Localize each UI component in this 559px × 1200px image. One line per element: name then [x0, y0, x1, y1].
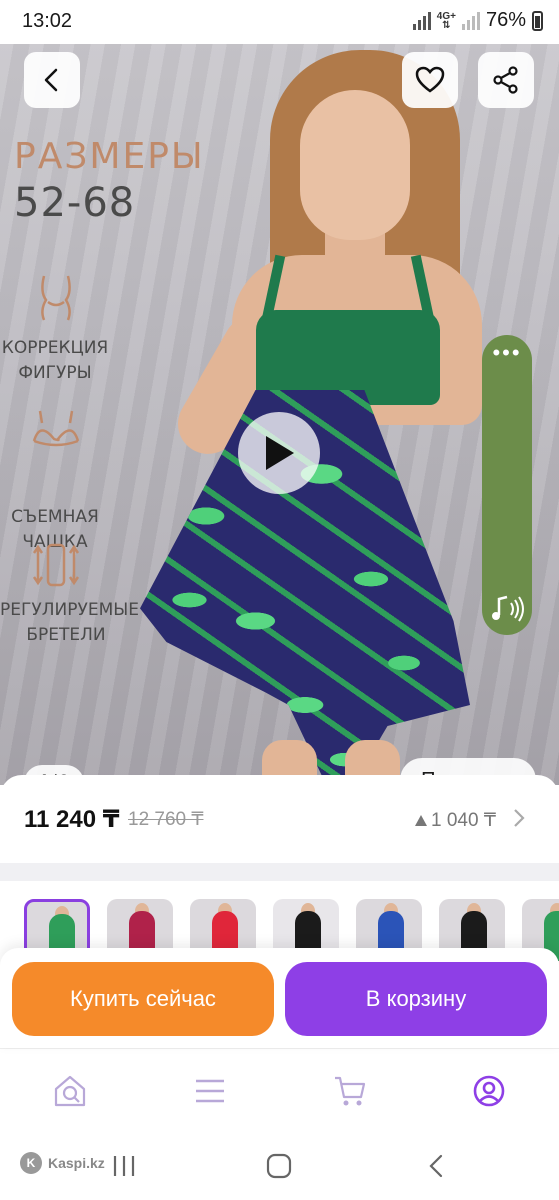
cart-icon [335, 1076, 366, 1106]
model-face [300, 90, 410, 240]
promo-title: РАЗМЕРЫ [14, 136, 205, 177]
section-divider [0, 863, 559, 881]
recents-icon [113, 1156, 135, 1176]
home-search-icon [54, 1075, 86, 1107]
home-icon [266, 1153, 292, 1179]
share-icon [493, 66, 518, 94]
nav-profile[interactable] [469, 1071, 509, 1111]
feature-label-1: КОРРЕКЦИЯ ФИГУРЫ [1, 338, 109, 383]
price-drop-value: 1 040 ₸ [431, 810, 496, 831]
promo-sizes: 52-68 [14, 180, 136, 226]
price-old: 12 760 ₸ [128, 809, 204, 830]
system-back-button[interactable] [420, 1150, 452, 1182]
battery-icon [532, 10, 543, 31]
add-to-cart-button[interactable]: В корзину [285, 962, 547, 1036]
battery-percent: 76% [485, 9, 526, 31]
nav-cart[interactable] [330, 1071, 370, 1111]
share-button[interactable] [478, 52, 534, 108]
price-card[interactable]: 11 240 ₸ 12 760 ₸ 1 040 ₸ [0, 775, 559, 863]
back-nav-icon [429, 1154, 443, 1178]
nav-home-search[interactable] [50, 1071, 90, 1111]
price-current: 11 240 ₸ [24, 806, 120, 833]
product-screen: 13:02 4G+ ⇅ 76% РАЗМЕРЫ 52-68 КОРРЕКЦИЯ … [0, 0, 559, 1200]
play-video-button[interactable] [238, 412, 320, 494]
kaspi-watermark-text: Kaspi.kz [48, 1155, 105, 1171]
buy-now-button[interactable]: Купить сейчас [12, 962, 274, 1036]
price-drop-icon [415, 815, 427, 826]
recents-button[interactable] [108, 1150, 140, 1182]
action-bar: Купить сейчас В корзину [0, 948, 559, 1048]
status-time: 13:02 [22, 10, 73, 32]
menu-icon [196, 1079, 224, 1103]
heart-icon [415, 66, 445, 93]
play-icon [266, 436, 294, 470]
strap-adjust-icon [32, 543, 80, 587]
profile-icon [473, 1075, 505, 1107]
home-button[interactable] [263, 1150, 295, 1182]
more-dots-icon[interactable]: ••• [482, 342, 532, 364]
status-bar: 13:02 4G+ ⇅ 76% [0, 0, 559, 44]
body-shape-icon [41, 275, 71, 321]
back-icon [44, 68, 58, 92]
favorite-button[interactable] [402, 52, 458, 108]
chevron-right-icon [514, 809, 525, 827]
nav-catalog[interactable] [190, 1071, 230, 1111]
video-side-panel[interactable]: ••• [482, 335, 532, 635]
product-image-gallery[interactable]: РАЗМЕРЫ 52-68 КОРРЕКЦИЯ ФИГУРЫ СЪЕМНАЯ Ч… [0, 40, 559, 785]
status-icons: 4G+ ⇅ 76% [412, 9, 543, 32]
signal-icon [412, 11, 431, 30]
system-nav-bar: K Kaspi.kz [0, 1132, 559, 1200]
bottom-nav [0, 1048, 559, 1132]
kaspi-watermark: K Kaspi.kz [20, 1152, 105, 1174]
signal-4g-icon: 4G+ ⇅ [436, 10, 456, 31]
signal-secondary-icon [461, 11, 480, 30]
feature-label-3: РЕГУЛИРУЕМЫЕ БРЕТЕЛИ [0, 600, 139, 645]
music-sound-icon[interactable] [489, 591, 525, 627]
kaspi-logo-icon: K [20, 1152, 42, 1174]
price-drop: 1 040 ₸ [415, 809, 496, 832]
back-button[interactable] [24, 52, 80, 108]
bra-cup-icon [32, 410, 80, 447]
